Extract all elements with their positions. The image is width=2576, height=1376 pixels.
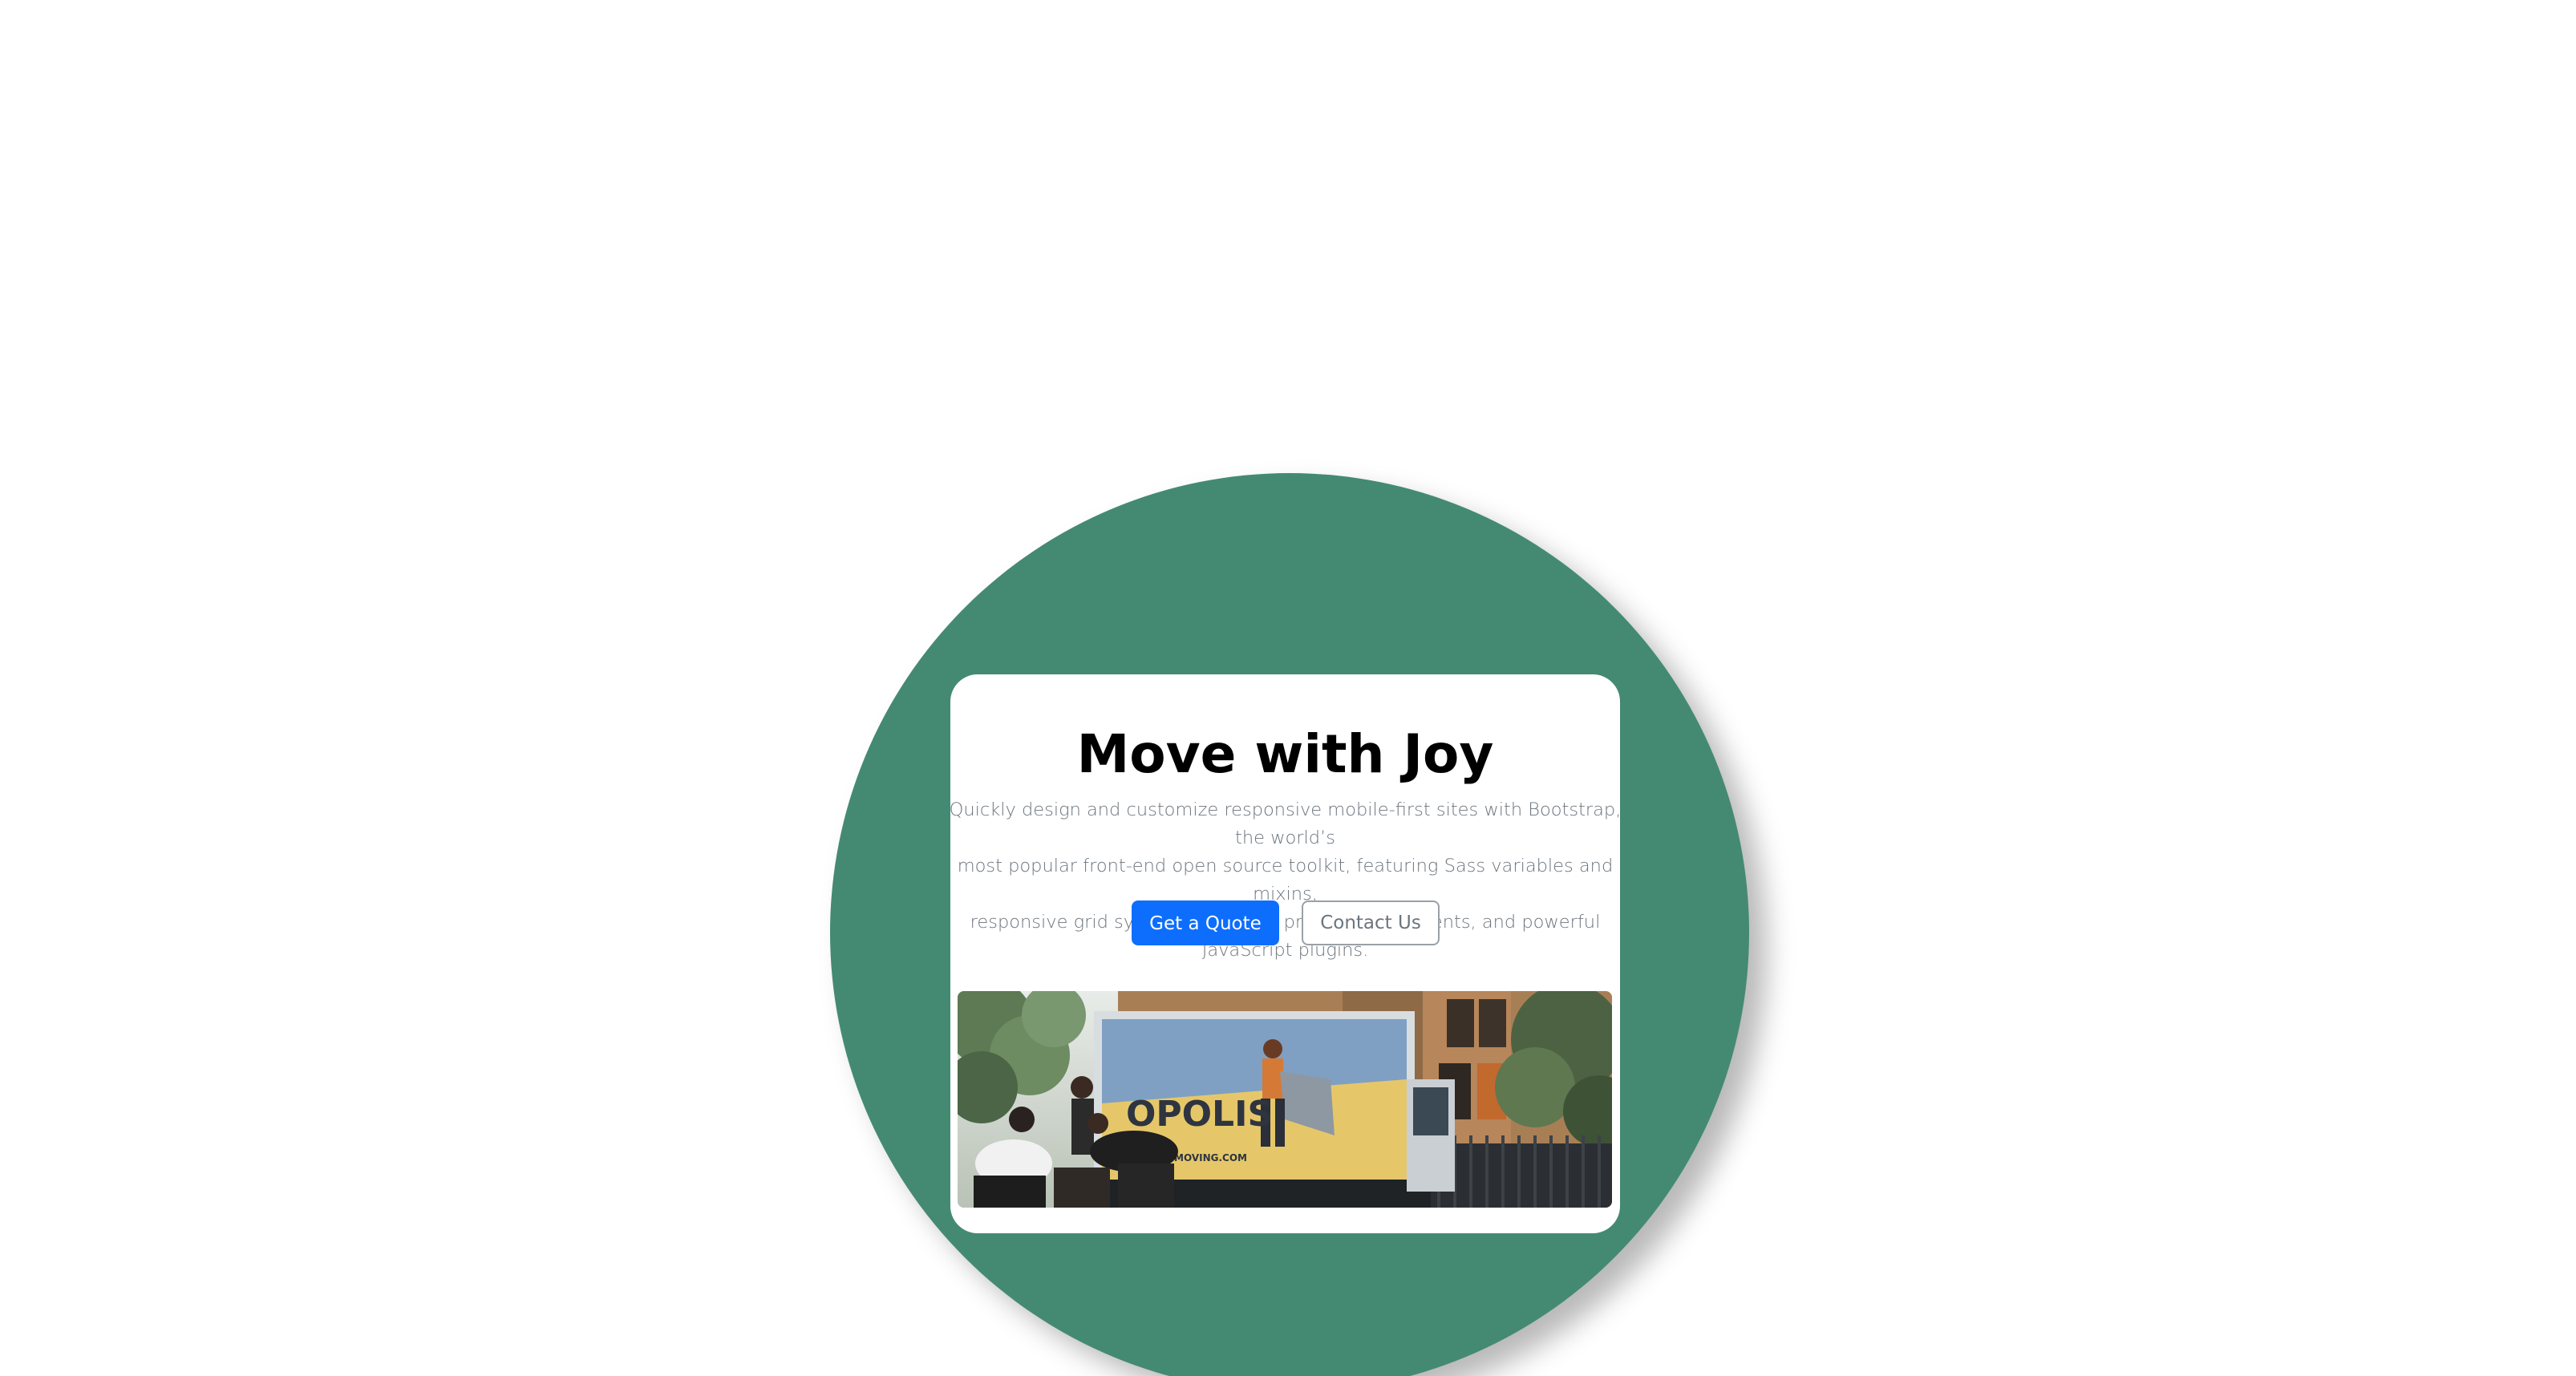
hero-button-row: Get a Quote Contact Us xyxy=(950,900,1620,945)
moving-truck-photo: OPOLIS MOVING.COM xyxy=(958,991,1612,1208)
hero-card: Move with Joy Quickly design and customi… xyxy=(950,674,1620,1233)
get-a-quote-button[interactable]: Get a Quote xyxy=(1132,900,1279,945)
contact-us-button[interactable]: Contact Us xyxy=(1302,900,1440,945)
hero-title: Move with Joy xyxy=(1076,723,1494,785)
page: Move with Joy Quickly design and customi… xyxy=(0,0,2576,1376)
truck-url-lettering: MOVING.COM xyxy=(1174,1152,1247,1164)
moving-truck-photo-illustration: OPOLIS MOVING.COM xyxy=(958,991,1612,1208)
truck-lettering: OPOLIS xyxy=(1126,1094,1273,1135)
